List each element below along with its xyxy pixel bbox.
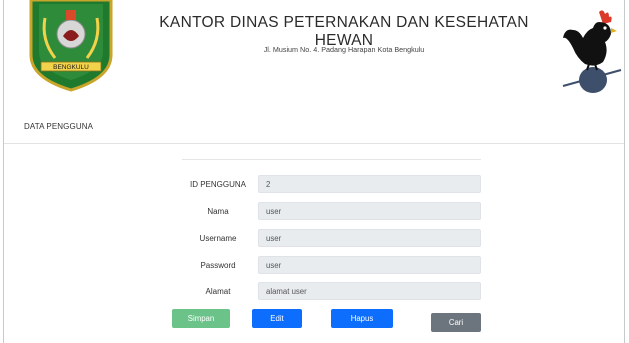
label-nama: Nama <box>207 207 229 216</box>
header-divider <box>4 143 624 144</box>
search-button[interactable]: Cari <box>431 313 481 332</box>
username-field[interactable]: user <box>258 229 481 247</box>
form-divider <box>182 159 481 160</box>
id-pengguna-field[interactable]: 2 <box>258 175 481 193</box>
nama-field[interactable]: user <box>258 202 481 220</box>
password-field[interactable]: user <box>258 256 481 274</box>
header: BENGKULU KANTOR DINAS PETERNAKAN DAN KES… <box>4 0 624 143</box>
office-address: Jl. Musium No. 4. Padang Harapan Kota Be… <box>263 45 425 54</box>
label-username: Username <box>199 234 237 243</box>
edit-button[interactable]: Edit <box>252 309 302 328</box>
rooster-icon <box>562 10 622 93</box>
delete-button[interactable]: Hapus <box>331 309 393 328</box>
label-password: Password <box>200 261 236 270</box>
label-alamat: Alamat <box>205 287 231 296</box>
save-button[interactable]: Simpan <box>172 309 230 328</box>
logo-text: BENGKULU <box>53 64 89 71</box>
alamat-field[interactable]: alamat user <box>258 282 481 300</box>
label-id-pengguna: ID PENGGUNA <box>189 180 246 189</box>
section-title: DATA PENGGUNA <box>24 122 94 131</box>
bengkulu-coat-of-arms-icon: BENGKULU <box>29 0 113 92</box>
